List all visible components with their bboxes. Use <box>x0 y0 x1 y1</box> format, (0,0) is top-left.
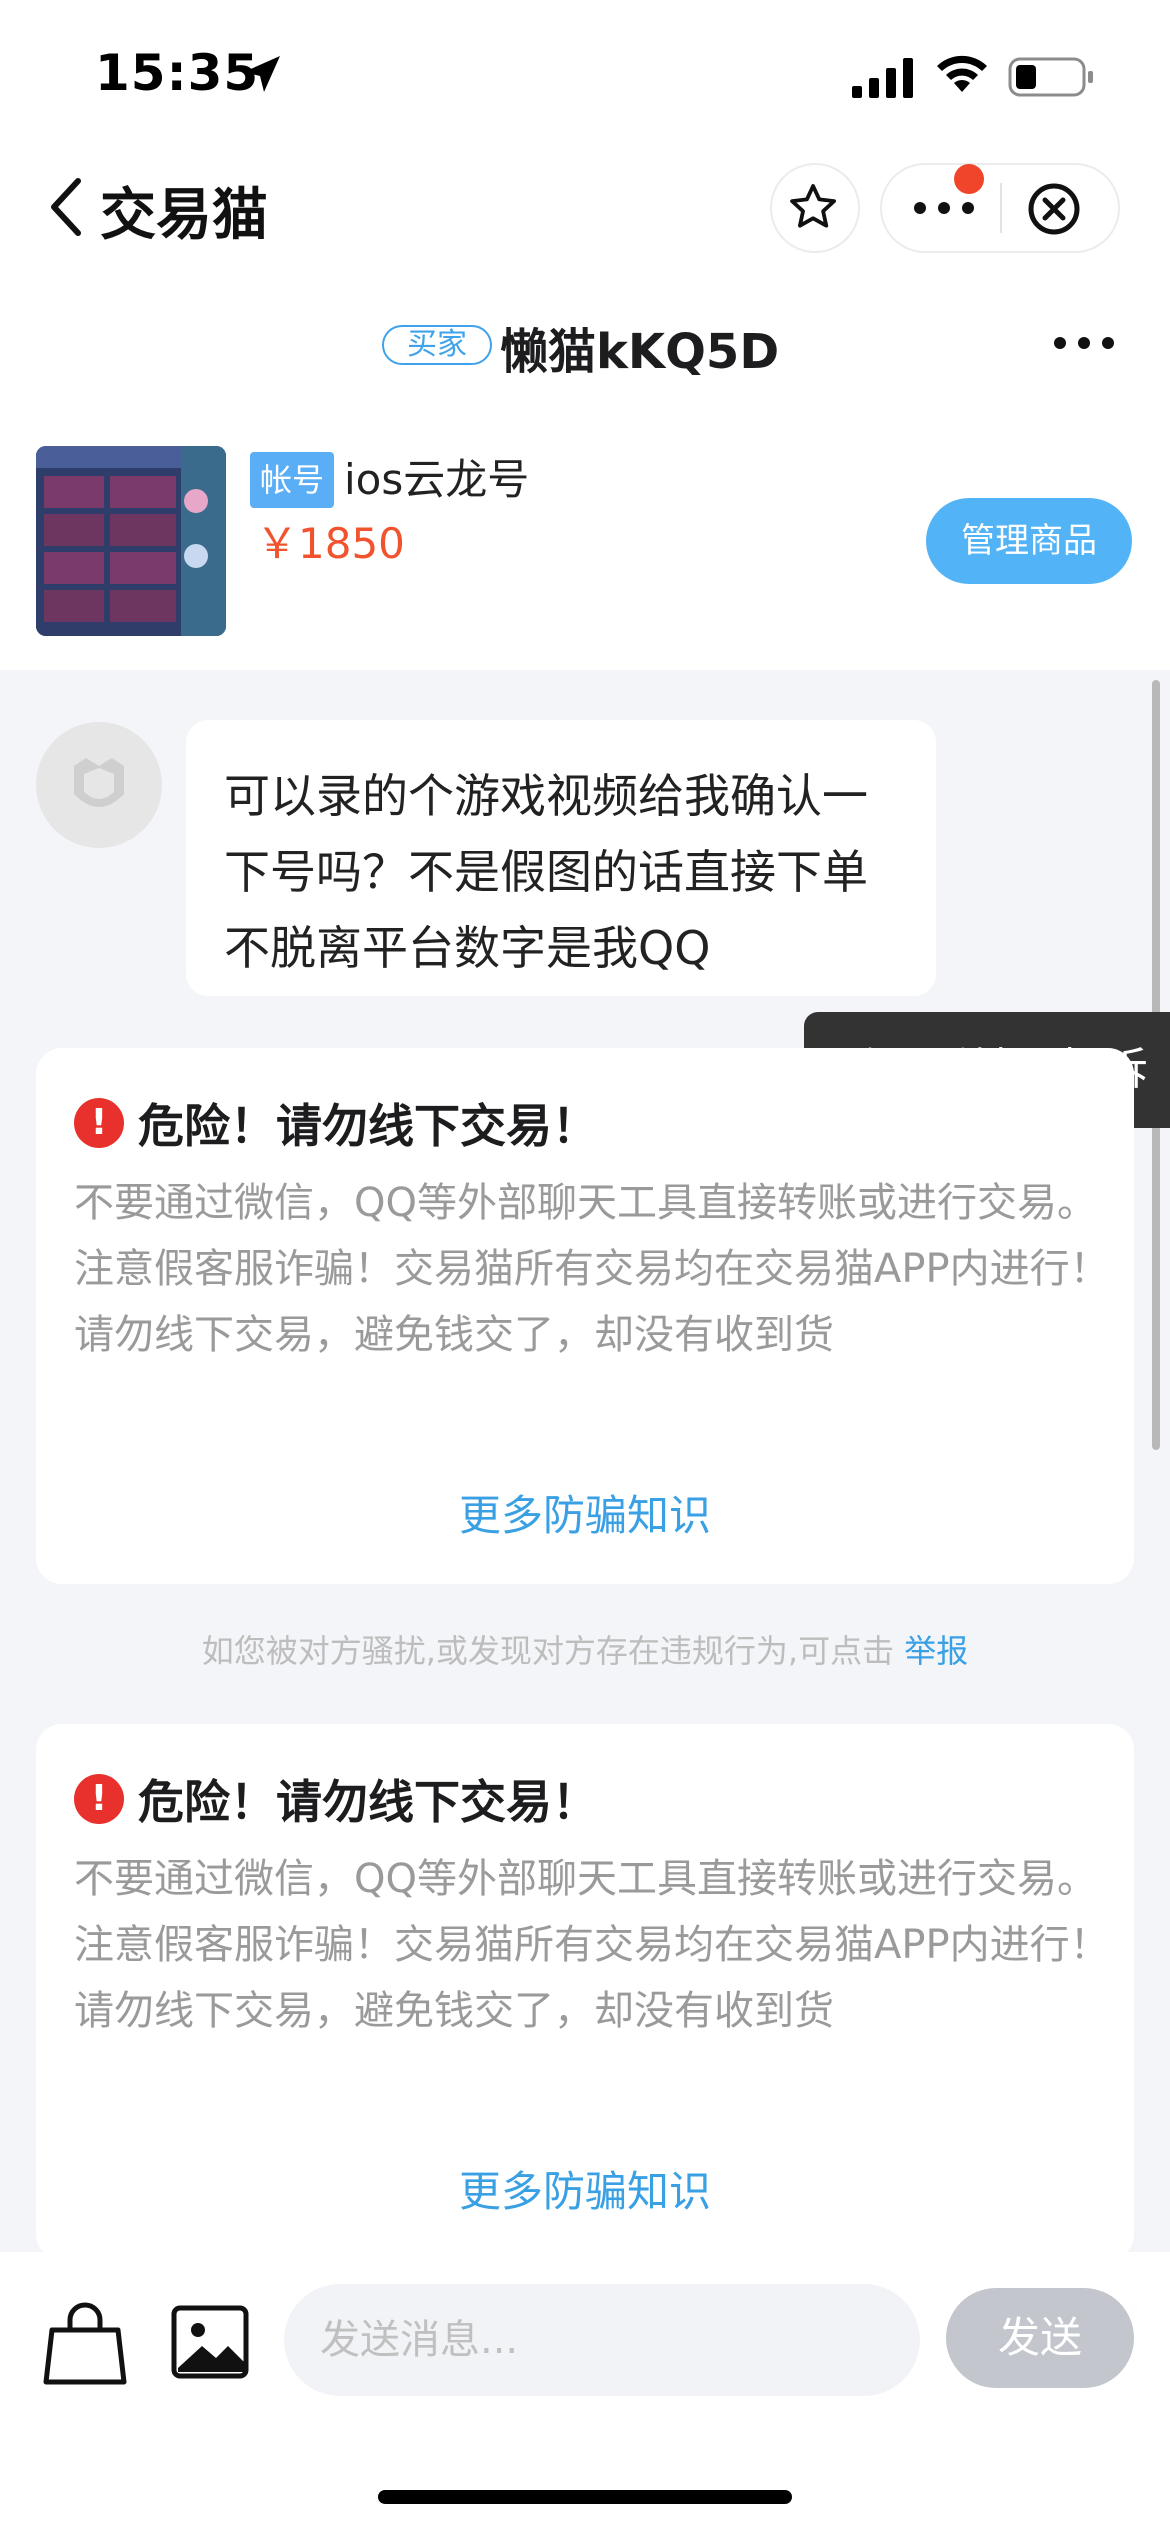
report-note-text: 如您被对方骚扰,或发现对方存在违规行为,可点击 <box>201 1632 895 1670</box>
anti-fraud-link[interactable]: 更多防骗知识 <box>36 1482 1134 1543</box>
battery-icon <box>1008 57 1093 97</box>
danger-icon: ! <box>74 1774 124 1824</box>
cellular-signal-icon <box>852 58 913 98</box>
danger-icon: ! <box>74 1098 124 1148</box>
star-icon <box>790 184 837 228</box>
product-thumbnail[interactable] <box>36 446 226 636</box>
capsule-divider <box>1000 183 1002 233</box>
product-category-tag: 帐号 <box>250 452 334 508</box>
more-options-icon[interactable] <box>912 188 976 228</box>
default-avatar-icon <box>74 758 124 807</box>
message-input[interactable] <box>284 2284 920 2396</box>
back-chevron-icon[interactable] <box>46 175 86 239</box>
warning-body: 不要通过微信，QQ等外部聊天工具直接转账或进行交易。注意假客服诈骗！交易猫所有交… <box>74 1180 1110 1358</box>
send-button[interactable]: 发送 <box>946 2288 1134 2388</box>
image-picker-icon[interactable] <box>170 2302 250 2382</box>
chat-more-icon[interactable] <box>1052 328 1116 358</box>
location-arrow-icon <box>244 56 280 92</box>
warning-body: 不要通过微信，QQ等外部聊天工具直接转账或进行交易。注意假客服诈骗！交易猫所有交… <box>74 1856 1110 2034</box>
warning-title: 危险！请勿线下交易！ <box>138 1099 598 1153</box>
product-price: ￥1850 <box>256 519 405 568</box>
shopping-bag-icon[interactable] <box>40 2300 130 2390</box>
role-badge: 买家 <box>382 325 492 365</box>
product-name: ios云龙号 <box>344 455 530 504</box>
page-title: 交易猫 <box>100 183 268 248</box>
report-link[interactable]: 举报 <box>904 1632 968 1670</box>
home-indicator <box>378 2490 792 2504</box>
report-note: 如您被对方骚扰,或发现对方存在违规行为,可点击 举报 <box>0 1626 1170 1672</box>
chat-username: 懒猫kKQ5D <box>500 324 780 380</box>
wifi-icon <box>937 55 987 92</box>
favorite-button[interactable] <box>770 163 860 253</box>
buyer-avatar[interactable] <box>36 722 162 848</box>
status-time: 15:35 <box>95 44 260 102</box>
game-screenshot-image <box>36 446 226 636</box>
anti-fraud-link[interactable]: 更多防骗知识 <box>36 2158 1134 2219</box>
close-circle-icon[interactable] <box>1026 181 1082 237</box>
warning-title: 危险！请勿线下交易！ <box>138 1775 598 1829</box>
notification-dot <box>954 164 984 194</box>
message-bubble: 可以录的个游戏视频给我确认一下号吗？不是假图的话直接下单 不脱离平台数字是我QQ <box>186 720 936 996</box>
manage-product-button[interactable]: 管理商品 <box>926 498 1132 584</box>
